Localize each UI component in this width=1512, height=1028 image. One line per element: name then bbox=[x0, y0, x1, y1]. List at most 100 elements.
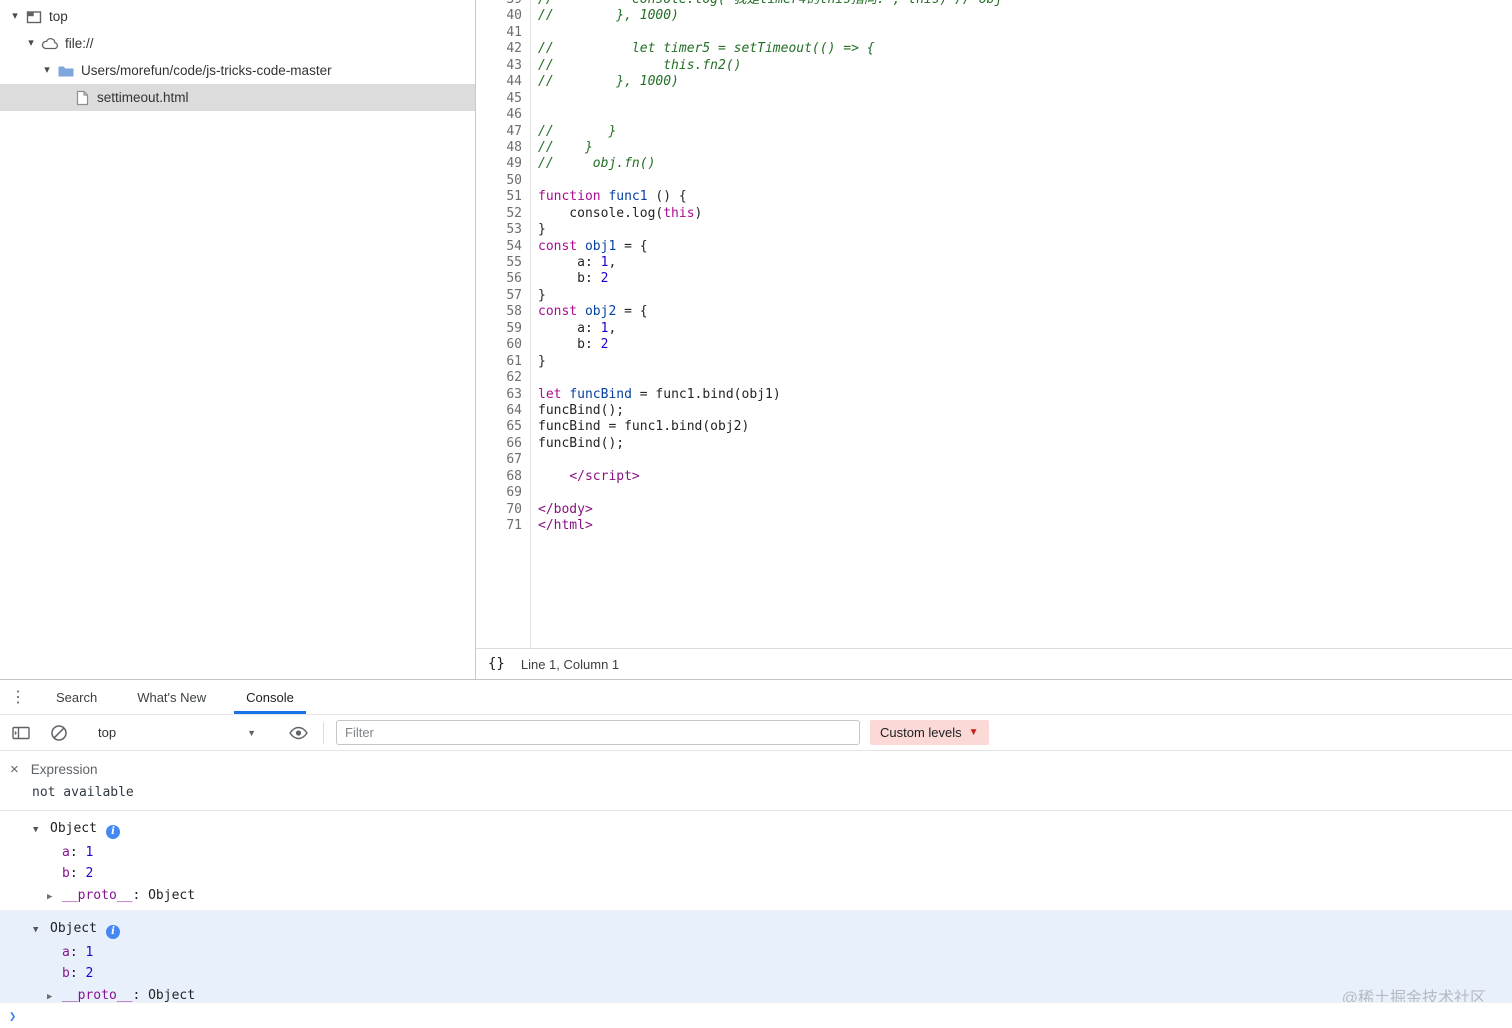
console-toolbar: top ▼ Custom levels ▼ bbox=[0, 715, 1512, 751]
custom-levels-label: Custom levels bbox=[880, 725, 962, 740]
line-number[interactable]: 70 bbox=[476, 502, 530, 518]
line-number[interactable]: 67 bbox=[476, 452, 530, 468]
disclosure-triangle-icon[interactable]: ▾ bbox=[40, 57, 54, 84]
code-line: 55 a: 1, bbox=[476, 255, 1512, 271]
clear-console-icon[interactable] bbox=[50, 724, 68, 742]
code-line: 49 // obj.fn() bbox=[476, 156, 1512, 172]
code-line: 44 // }, 1000) bbox=[476, 74, 1512, 90]
line-number[interactable]: 46 bbox=[476, 107, 530, 123]
code-line: 59 a: 1, bbox=[476, 321, 1512, 337]
chevron-down-icon: ▼ bbox=[968, 727, 979, 738]
line-number[interactable]: 64 bbox=[476, 403, 530, 419]
property-value: Object bbox=[148, 887, 196, 903]
custom-levels-dropdown[interactable]: Custom levels ▼ bbox=[870, 720, 989, 745]
disclosure-triangle-icon[interactable]: ▶ bbox=[47, 887, 62, 909]
code-text: // } bbox=[538, 123, 617, 139]
console-sidebar-toggle-icon[interactable] bbox=[12, 726, 30, 740]
code-line: 61} bbox=[476, 354, 1512, 370]
editor-status-bar: {} Line 1, Column 1 bbox=[476, 648, 1512, 679]
property-value: 1 bbox=[85, 944, 94, 960]
code-line: 56 b: 2 bbox=[476, 271, 1512, 287]
line-number[interactable]: 60 bbox=[476, 337, 530, 353]
line-number[interactable]: 57 bbox=[476, 288, 530, 304]
code-line: 54 const obj1 = { bbox=[476, 239, 1512, 255]
object-preview[interactable]: ▼ Object i bbox=[0, 818, 1512, 842]
object-preview[interactable]: ▼ Object i bbox=[0, 918, 1512, 942]
disclosure-triangle-icon[interactable]: ▼ bbox=[33, 820, 50, 842]
tree-item-label: top bbox=[49, 9, 68, 24]
line-number[interactable]: 48 bbox=[476, 140, 530, 156]
code-text: </html> bbox=[538, 518, 593, 533]
code-text: </body> bbox=[538, 501, 593, 517]
line-number[interactable]: 68 bbox=[476, 469, 530, 485]
tree-item-file-scheme[interactable]: ▾ file:// bbox=[0, 30, 475, 57]
line-number[interactable]: 66 bbox=[476, 436, 530, 452]
drawer-tab-search[interactable]: Search bbox=[36, 680, 117, 714]
line-number[interactable]: 71 bbox=[476, 518, 530, 534]
more-tools-menu-icon[interactable]: ⋮ bbox=[0, 680, 36, 714]
console-filter-input[interactable] bbox=[336, 720, 860, 745]
file-icon bbox=[72, 90, 92, 106]
line-number[interactable]: 61 bbox=[476, 354, 530, 370]
disclosure-triangle-icon[interactable]: ▼ bbox=[33, 920, 50, 942]
code-line: 39// console.log('我是timer4的this指向:', thi… bbox=[476, 0, 1512, 8]
code-text: // let timer5 = setTimeout(() => { bbox=[538, 41, 875, 57]
tree-item-top[interactable]: ▾ top bbox=[0, 3, 475, 30]
code-text: // console.log('我是timer4的this指向:', this)… bbox=[530, 0, 1002, 7]
line-number[interactable]: 47 bbox=[476, 124, 530, 140]
line-number[interactable]: 59 bbox=[476, 321, 530, 337]
close-icon[interactable]: × bbox=[10, 762, 19, 777]
execution-context-selector[interactable]: top ▼ bbox=[88, 725, 266, 740]
line-number[interactable]: 51 bbox=[476, 189, 530, 205]
line-number[interactable]: 54 bbox=[476, 239, 530, 255]
line-number[interactable]: 56 bbox=[476, 271, 530, 287]
code-line: 45 bbox=[476, 91, 1512, 107]
eye-icon[interactable] bbox=[288, 726, 309, 740]
proto-property[interactable]: ▶ __proto__: Object bbox=[0, 885, 1512, 909]
code-text: let funcBind = func1.bind(obj1) bbox=[538, 386, 781, 402]
property-key: __proto__ bbox=[62, 987, 133, 1003]
code-text: // } bbox=[538, 139, 593, 155]
line-number[interactable]: 52 bbox=[476, 206, 530, 222]
line-number[interactable]: 49 bbox=[476, 156, 530, 172]
line-number[interactable]: 55 bbox=[476, 255, 530, 271]
code-line: 66 funcBind(); bbox=[476, 436, 1512, 452]
line-number[interactable]: 39 bbox=[476, 0, 530, 8]
tree-item-label: settimeout.html bbox=[97, 90, 189, 105]
line-number[interactable]: 42 bbox=[476, 41, 530, 57]
line-number[interactable]: 63 bbox=[476, 387, 530, 403]
line-number[interactable]: 65 bbox=[476, 419, 530, 435]
line-number[interactable]: 62 bbox=[476, 370, 530, 386]
line-number[interactable]: 53 bbox=[476, 222, 530, 238]
console-prompt[interactable]: ❯ bbox=[0, 1002, 1512, 1028]
line-number[interactable]: 69 bbox=[476, 485, 530, 501]
disclosure-triangle-icon[interactable]: ▾ bbox=[24, 30, 38, 57]
code-text: const obj2 = { bbox=[538, 304, 648, 320]
line-number[interactable]: 50 bbox=[476, 173, 530, 189]
line-number[interactable]: 45 bbox=[476, 91, 530, 107]
code-text: } bbox=[538, 287, 546, 303]
console-log-entry: ▼ Object i a: 1 b: 2 ▶ __proto__: Object bbox=[0, 811, 1512, 911]
tree-item-folder[interactable]: ▾ Users/morefun/code/js-tricks-code-maste… bbox=[0, 57, 475, 84]
pretty-print-button[interactable]: {} bbox=[488, 656, 505, 672]
code-editor[interactable]: 39// console.log('我是timer4的this指向:', thi… bbox=[476, 0, 1512, 648]
tree-item-settimeout-html[interactable]: settimeout.html bbox=[0, 84, 475, 111]
cloud-icon bbox=[40, 37, 60, 50]
line-number[interactable]: 44 bbox=[476, 74, 530, 90]
object-class-name: Object bbox=[50, 821, 97, 836]
execution-context-label: top bbox=[98, 725, 117, 740]
expression-title: Expression bbox=[30, 761, 98, 777]
line-number[interactable]: 58 bbox=[476, 304, 530, 320]
line-number[interactable]: 43 bbox=[476, 58, 530, 74]
drawer-tab-console[interactable]: Console bbox=[226, 680, 314, 714]
code-text: } bbox=[538, 222, 546, 238]
drawer-tab-what-s-new[interactable]: What's New bbox=[117, 680, 226, 714]
line-number[interactable]: 41 bbox=[476, 25, 530, 41]
line-number[interactable]: 40 bbox=[476, 8, 530, 24]
disclosure-triangle-icon[interactable]: ▾ bbox=[8, 3, 22, 30]
code-line: 53} bbox=[476, 222, 1512, 238]
